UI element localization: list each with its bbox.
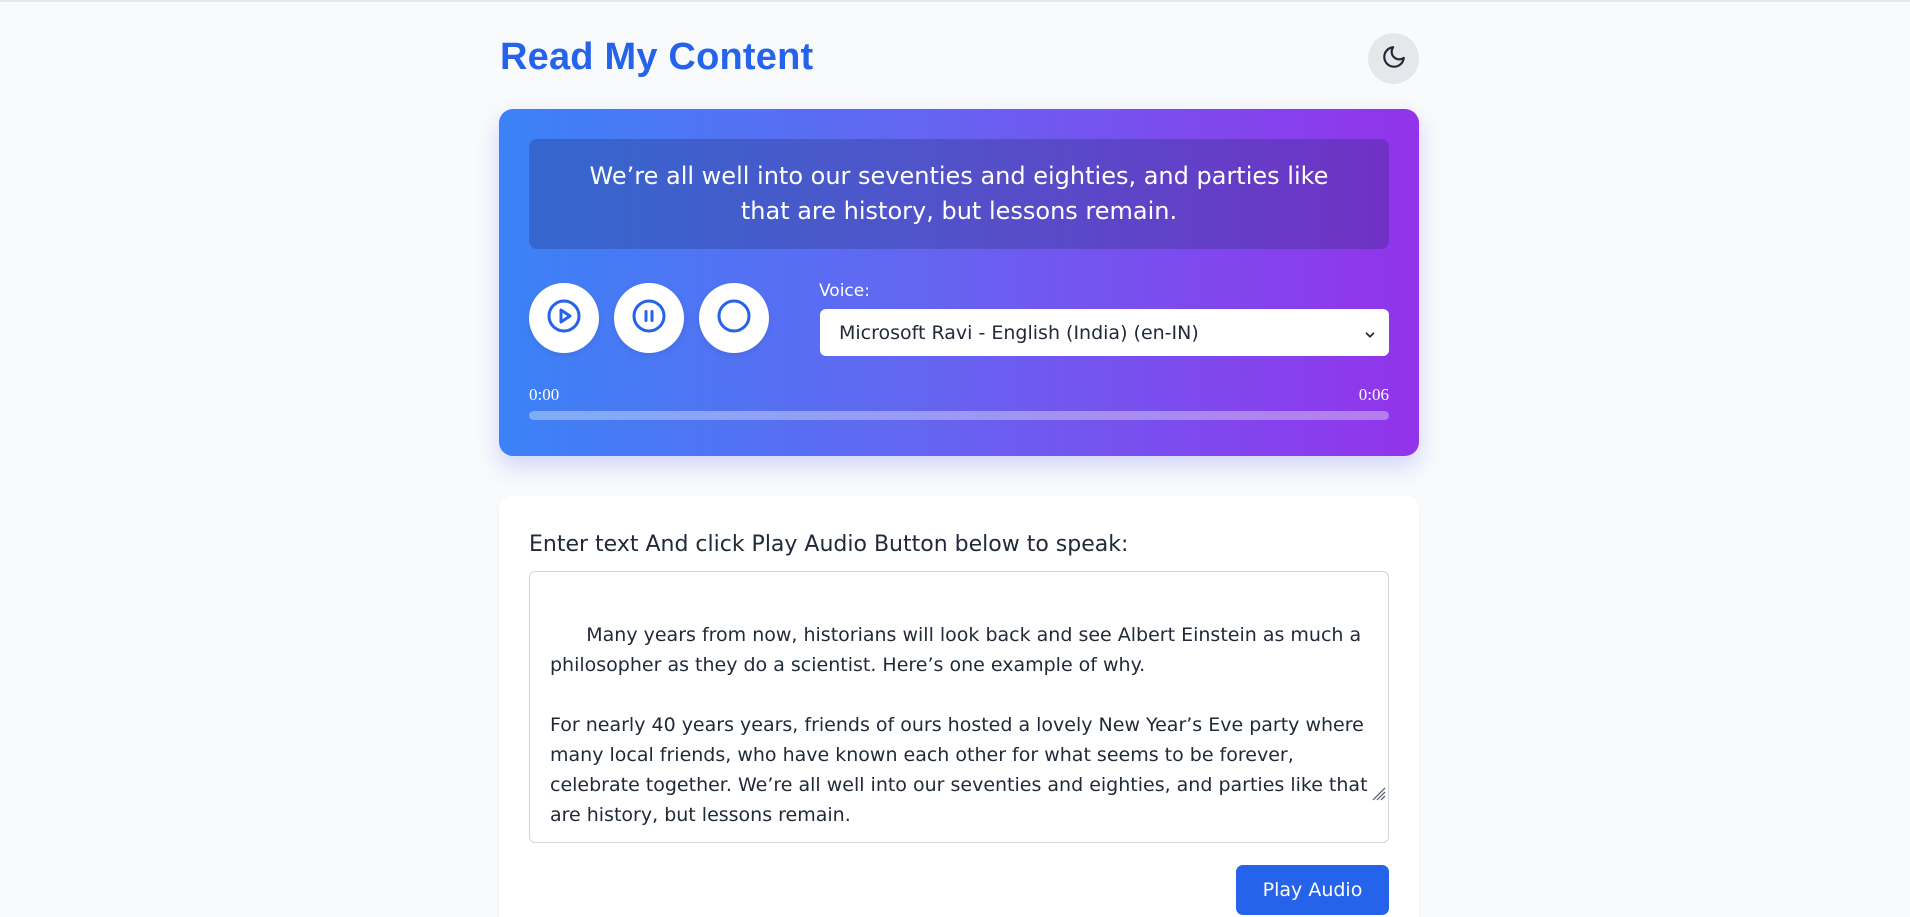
caption-text: We’re all well into our seventies and ei… bbox=[589, 162, 1329, 225]
voice-select-value: Microsoft Ravi - English (India) (en-IN) bbox=[839, 321, 1199, 344]
play-button[interactable] bbox=[529, 283, 599, 353]
text-input-card: Enter text And click Play Audio Button b… bbox=[499, 496, 1419, 917]
text-input-label: Enter text And click Play Audio Button b… bbox=[529, 532, 1129, 557]
chevron-down-icon bbox=[1363, 325, 1377, 347]
voice-label: Voice: bbox=[819, 281, 870, 301]
total-time: 0:06 bbox=[1358, 385, 1389, 404]
progress-bar[interactable] bbox=[529, 411, 1389, 420]
resize-handle-icon[interactable] bbox=[1322, 750, 1386, 840]
header: Read My Content bbox=[499, 2, 1419, 110]
app-container: Read My Content We’re all well into our … bbox=[499, 2, 1419, 917]
current-sentence-caption: We’re all well into our seventies and ei… bbox=[529, 139, 1389, 249]
text-input-area[interactable]: Many years from now, historians will loo… bbox=[529, 571, 1389, 843]
theme-toggle-button[interactable] bbox=[1368, 33, 1419, 84]
moon-icon bbox=[1381, 44, 1407, 74]
play-circle-icon bbox=[546, 298, 582, 338]
stop-circle-icon bbox=[716, 298, 752, 338]
app-title: Read My Content bbox=[500, 36, 814, 78]
text-input-content: Many years from now, historians will loo… bbox=[550, 624, 1368, 826]
pause-circle-icon bbox=[631, 298, 667, 338]
player-card: We’re all well into our seventies and ei… bbox=[499, 109, 1419, 456]
stop-button[interactable] bbox=[699, 283, 769, 353]
pause-button[interactable] bbox=[614, 283, 684, 353]
voice-select[interactable]: Microsoft Ravi - English (India) (en-IN) bbox=[820, 309, 1389, 356]
play-audio-button[interactable]: Play Audio bbox=[1236, 865, 1389, 915]
current-time: 0:00 bbox=[529, 385, 560, 404]
